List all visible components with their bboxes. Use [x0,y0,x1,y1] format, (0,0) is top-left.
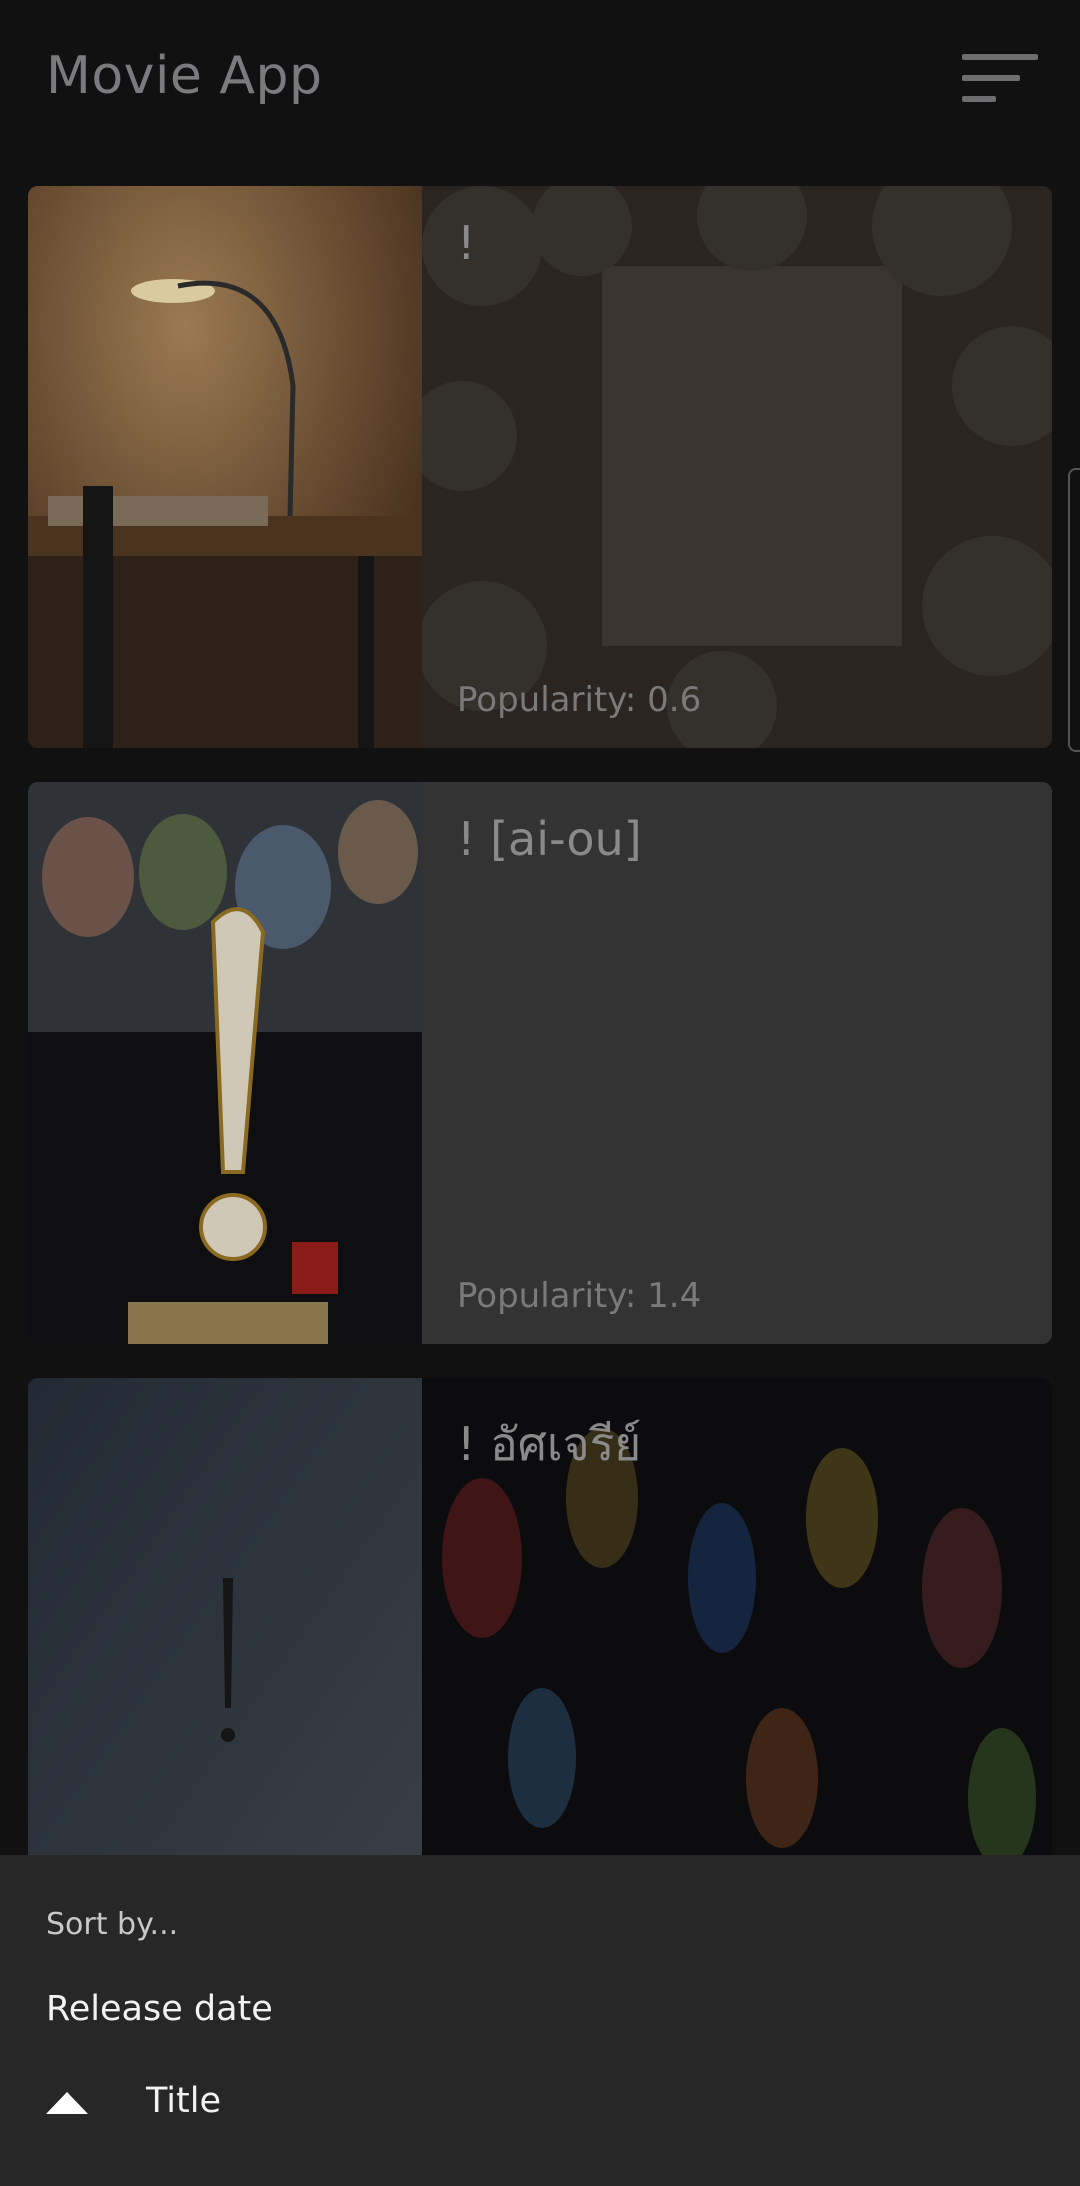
scrollbar[interactable] [1068,468,1080,752]
movie-title: ! อัศเจรีย์ [457,1417,642,1471]
movie-backdrop [407,186,1052,748]
app-bar: Movie App [0,0,1080,170]
sort-option-label: Title [146,2081,222,2121]
movie-title: ! [ai-ou] [457,812,642,866]
app-title: Movie App [46,46,323,106]
movie-popularity: Popularity: 0.6 [457,680,702,720]
ascending-arrow-icon [46,2092,88,2114]
sheet-header: Sort by... [46,1907,179,1942]
movie-backdrop [422,782,1052,1344]
movie-popularity: Popularity: 1.4 [457,1276,702,1316]
movie-card[interactable]: ! Popularity: 0.6 [28,186,1052,748]
movie-card[interactable]: ! [ai-ou] Popularity: 1.4 [28,782,1052,1344]
sort-icon[interactable] [962,54,1038,104]
sort-option-title[interactable]: Title [0,2061,1080,2149]
movie-poster [28,186,422,748]
movie-poster [28,782,422,1344]
sort-option-label: Release date [46,1989,273,2029]
sort-bottom-sheet: Sort by... Release date Title [0,1855,1080,2186]
movie-title: ! [457,216,476,270]
sort-option-release-date[interactable]: Release date [0,1969,1080,2057]
